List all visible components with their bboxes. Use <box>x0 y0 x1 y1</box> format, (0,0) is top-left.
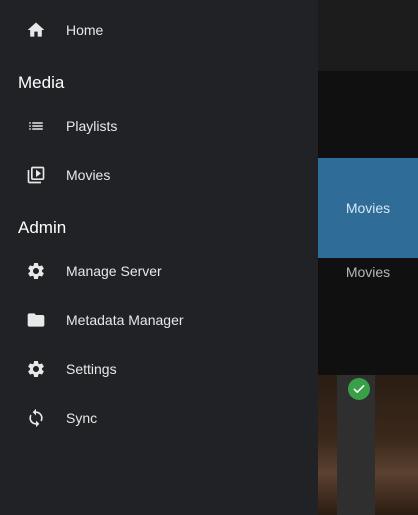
section-title-admin: Admin <box>18 218 67 237</box>
nav-item-settings[interactable]: Settings <box>0 347 318 391</box>
nav-item-playlists[interactable]: Playlists <box>0 104 318 148</box>
library-card-movies[interactable]: Movies <box>318 158 418 258</box>
sync-icon <box>26 408 46 428</box>
nav-item-sync[interactable]: Sync <box>0 396 318 440</box>
folder-icon <box>26 310 46 330</box>
gear-icon <box>26 261 46 281</box>
video-library-icon <box>26 165 46 185</box>
nav-item-label: Movies <box>66 167 111 183</box>
section-title-media: Media <box>18 73 65 92</box>
list-icon <box>26 116 46 136</box>
home-icon <box>26 20 46 40</box>
nav-item-label: Settings <box>66 361 117 377</box>
nav-item-home[interactable]: Home <box>0 8 318 52</box>
nav-item-label: Metadata Manager <box>66 312 184 328</box>
nav-item-manage-server[interactable]: Manage Server <box>0 249 318 293</box>
nav-item-label: Manage Server <box>66 263 162 279</box>
nav-item-label: Playlists <box>66 118 118 134</box>
nav-item-movies[interactable]: Movies <box>0 153 318 197</box>
navigation-drawer: Home Media Playlists Movies Admin Manage… <box>0 0 318 515</box>
played-check-icon <box>348 378 370 400</box>
library-card-label: Movies <box>345 264 391 280</box>
nav-item-label: Home <box>66 22 104 38</box>
nav-item-label: Sync <box>66 410 98 426</box>
library-card-title: Movies <box>345 200 391 216</box>
gear-icon <box>26 359 46 379</box>
nav-item-metadata-manager[interactable]: Metadata Manager <box>0 298 318 342</box>
